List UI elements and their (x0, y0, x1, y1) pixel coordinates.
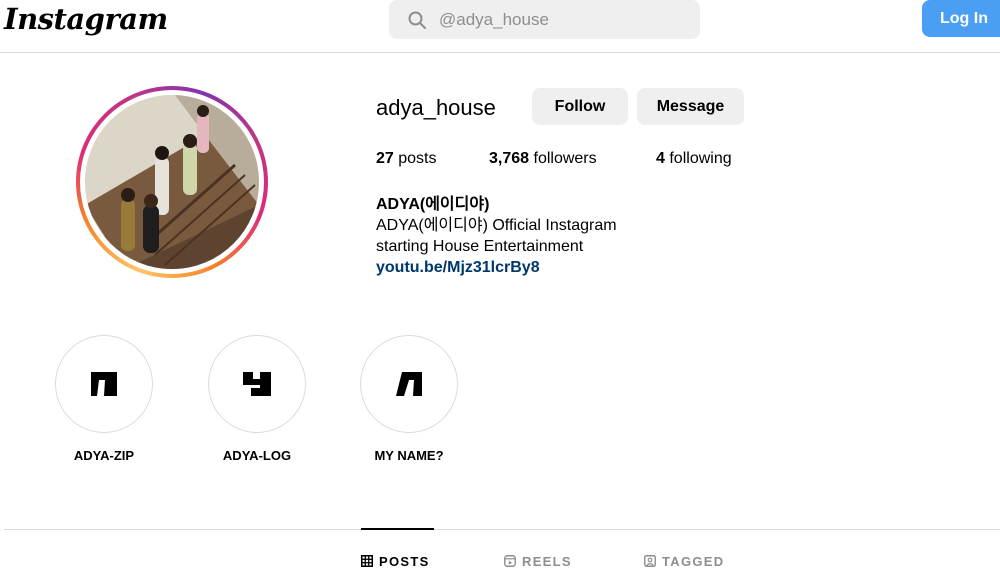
posts-stat: 27 posts (376, 150, 437, 168)
bio-link[interactable]: youtu.be/Mjz31lcrBy8 (376, 257, 617, 278)
profile-display-name: ADYA(에이디야) (376, 196, 490, 213)
tabs-divider (4, 529, 1000, 530)
highlight-cover[interactable] (55, 335, 153, 433)
tab-reels[interactable]: REELS (504, 553, 572, 569)
adya-y-glyph-icon (396, 372, 422, 396)
highlight-adya-zip[interactable]: ADYA-ZIP (55, 335, 153, 463)
avatar[interactable] (85, 95, 259, 269)
search-input[interactable] (439, 0, 689, 39)
tab-tagged[interactable]: TAGGED (644, 553, 724, 569)
highlight-cover[interactable] (208, 335, 306, 433)
tab-label: POSTS (379, 553, 430, 569)
bio-line-1: ADYA(에이디야) Official Instagram (376, 217, 617, 234)
search-icon (408, 11, 426, 29)
highlight-label: ADYA-LOG (222, 448, 292, 463)
highlight-cover[interactable] (360, 335, 458, 433)
adya-d-glyph-icon (243, 372, 271, 396)
bio-line-2: starting House Entertainment (376, 238, 584, 255)
top-navigation-bar: Instagram Log In (0, 0, 1000, 53)
tab-label: TAGGED (662, 553, 725, 569)
instagram-logo[interactable]: Instagram (4, 2, 168, 36)
followers-stat[interactable]: 3,768 followers (489, 150, 597, 168)
reels-icon (504, 555, 516, 567)
active-tab-indicator (361, 528, 434, 530)
posts-label: posts (398, 150, 437, 167)
story-ring[interactable] (76, 86, 268, 278)
grid-icon (361, 555, 373, 567)
highlight-label: MY NAME? (374, 448, 444, 463)
follow-button[interactable]: Follow (532, 88, 628, 125)
profile-bio: ADYA(에이디야) ADYA(에이디야) Official Instagram… (376, 194, 617, 278)
message-button[interactable]: Message (637, 88, 744, 125)
followers-count: 3,768 (489, 150, 530, 167)
adya-a-glyph-icon (91, 372, 117, 396)
log-in-button[interactable]: Log In (922, 0, 1000, 37)
highlight-my-name[interactable]: MY NAME? (360, 335, 458, 463)
profile-photo (85, 95, 259, 269)
tagged-icon (644, 555, 656, 567)
following-count: 4 (656, 150, 665, 167)
highlight-label: ADYA-ZIP (73, 448, 135, 463)
following-stat[interactable]: 4 following (656, 150, 732, 168)
following-label: following (669, 150, 732, 167)
tab-posts[interactable]: POSTS (361, 553, 430, 569)
followers-label: followers (533, 150, 597, 167)
tab-label: REELS (522, 553, 572, 569)
posts-count: 27 (376, 150, 394, 167)
profile-username: adya_house (376, 95, 496, 120)
highlight-adya-log[interactable]: ADYA-LOG (208, 335, 306, 463)
search-box[interactable] (389, 0, 700, 39)
